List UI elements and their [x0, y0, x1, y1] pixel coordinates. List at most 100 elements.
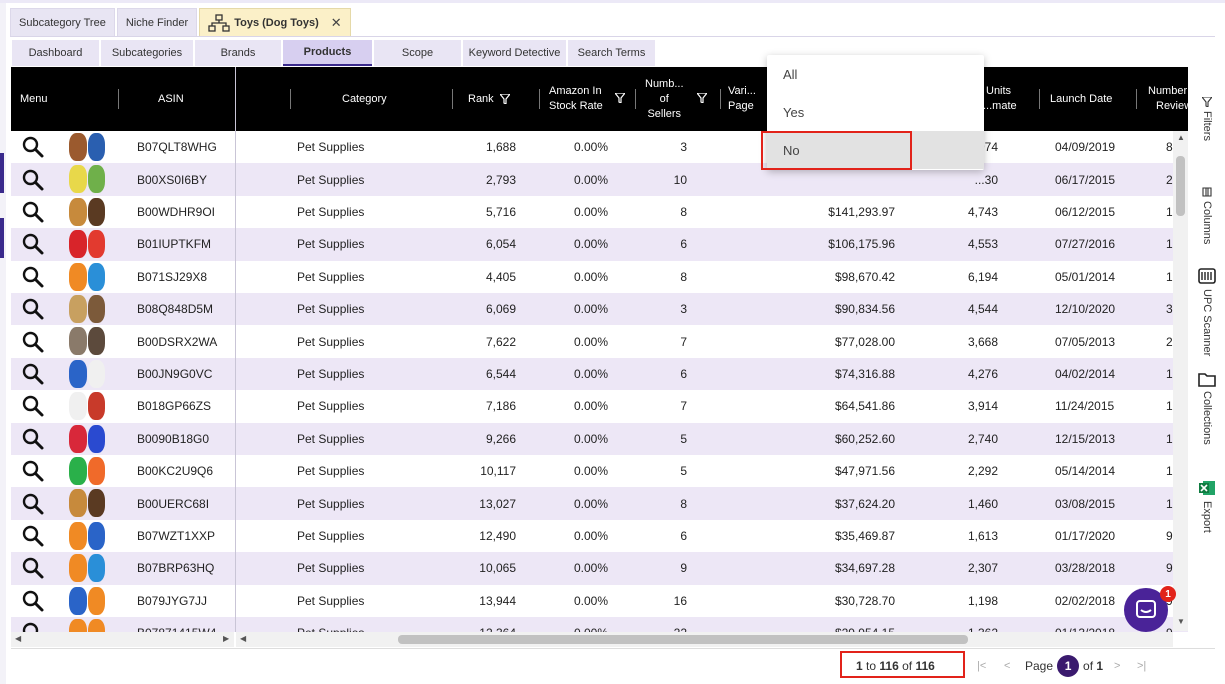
product-thumbnail[interactable]: [69, 230, 105, 259]
search-icon[interactable]: [21, 617, 45, 632]
tab-search-terms[interactable]: Search Terms: [568, 40, 655, 66]
first-page-icon[interactable]: |<: [977, 649, 986, 683]
product-thumbnail[interactable]: [69, 554, 105, 583]
asin-cell[interactable]: B00WDHR9OI: [137, 196, 215, 228]
header-category[interactable]: Category: [342, 67, 387, 131]
header-menu[interactable]: Menu: [20, 67, 48, 131]
product-thumbnail[interactable]: [69, 586, 105, 615]
tab-toys-dog-toys[interactable]: Toys (Dog Toys) ✕: [199, 8, 351, 36]
search-icon[interactable]: [21, 196, 45, 228]
asin-cell[interactable]: B0090B18G0: [137, 423, 209, 455]
search-icon[interactable]: [21, 325, 45, 357]
table-row[interactable]: B018GP66ZS Pet Supplies 7,186 0.00% 7 $64,541…: [11, 390, 1188, 423]
filter-icon[interactable]: [615, 93, 625, 103]
search-icon[interactable]: [21, 423, 45, 455]
search-icon[interactable]: [21, 358, 45, 390]
table-row[interactable]: B079JYG7JJ Pet Supplies 13,944 0.00% 16 $30,7…: [11, 584, 1188, 617]
upc-scanner-button[interactable]: UPC Scanner: [1192, 267, 1222, 356]
tab-dashboard[interactable]: Dashboard: [12, 40, 99, 66]
tab-products[interactable]: Products: [283, 40, 372, 66]
table-row[interactable]: B07871415W4 Pet Supplies 12,364 0.00% 22 $29,…: [11, 617, 1188, 632]
header-launch-date[interactable]: Launch Date: [1050, 67, 1112, 131]
filter-icon[interactable]: [697, 93, 707, 103]
asin-cell[interactable]: B00XS0I6BY: [137, 163, 207, 195]
product-thumbnail[interactable]: [69, 359, 105, 388]
product-thumbnail[interactable]: [69, 521, 105, 550]
asin-cell[interactable]: B079JYG7JJ: [137, 585, 207, 617]
tab-subcategories[interactable]: Subcategories: [101, 40, 193, 66]
columns-button[interactable]: Columns: [1192, 187, 1222, 244]
asin-cell[interactable]: B00KC2U9Q6: [137, 455, 213, 487]
search-icon[interactable]: [21, 390, 45, 422]
last-page-icon[interactable]: >|: [1137, 649, 1146, 683]
chat-launcher-button[interactable]: 1: [1124, 586, 1176, 632]
dropdown-option-yes[interactable]: Yes: [767, 93, 984, 131]
search-icon[interactable]: [21, 552, 45, 584]
asin-cell[interactable]: B07BRP63HQ: [137, 552, 214, 584]
table-row[interactable]: B01IUPTKFM Pet Supplies 6,054 0.00% 6 $106,17…: [11, 228, 1188, 261]
scroll-left-icon[interactable]: ◀: [15, 634, 21, 643]
product-thumbnail[interactable]: [69, 619, 105, 632]
horizontal-scroll-thumb[interactable]: [398, 635, 968, 644]
table-row[interactable]: B07WZT1XXP Pet Supplies 12,490 0.00% 6 $35,46…: [11, 519, 1188, 553]
header-amazon-in-stock-rate[interactable]: Amazon In Stock Rate: [549, 67, 603, 131]
asin-cell[interactable]: B08Q848D5M: [137, 293, 213, 325]
product-thumbnail[interactable]: [69, 295, 105, 323]
product-thumbnail[interactable]: [69, 133, 105, 161]
asin-cell[interactable]: B071SJ29X8: [137, 261, 207, 293]
asin-cell[interactable]: B00JN9G0VC: [137, 358, 212, 390]
table-row[interactable]: B00KC2U9Q6 Pet Supplies 10,117 0.00% 5 $47,97…: [11, 455, 1188, 488]
search-icon[interactable]: [21, 293, 45, 325]
search-icon[interactable]: [21, 163, 45, 195]
product-thumbnail[interactable]: [69, 197, 105, 226]
search-icon[interactable]: [21, 487, 45, 519]
tab-scope[interactable]: Scope: [374, 40, 461, 66]
table-row[interactable]: B07QLT8WHGPet Supplies1,6880.00%3...9740…: [11, 131, 1188, 164]
tab-subcategory-tree[interactable]: Subcategory Tree: [10, 8, 115, 36]
search-icon[interactable]: [21, 228, 45, 260]
scroll-left-icon[interactable]: ◀: [240, 634, 246, 643]
product-thumbnail[interactable]: [69, 424, 105, 453]
header-units-estimate[interactable]: Units ...mate: [983, 67, 1017, 131]
asin-cell[interactable]: B00DSRX2WA: [137, 325, 217, 357]
product-thumbnail[interactable]: [69, 457, 105, 485]
asin-cell[interactable]: B00UERC68I: [137, 487, 209, 519]
vertical-scroll-thumb[interactable]: [1176, 156, 1185, 216]
collections-button[interactable]: Collections: [1192, 371, 1222, 445]
product-thumbnail[interactable]: [69, 327, 105, 356]
scroll-down-icon[interactable]: ▼: [1177, 617, 1185, 626]
table-row[interactable]: B00DSRX2WA Pet Supplies 7,622 0.00% 7 $77,028…: [11, 325, 1188, 358]
table-row[interactable]: B00UERC68I Pet Supplies 13,027 0.00% 8 $37,62…: [11, 487, 1188, 520]
asin-cell[interactable]: B07QLT8WHG: [137, 131, 217, 163]
table-row[interactable]: B00JN9G0VC Pet Supplies 6,544 0.00% 6 $74,316…: [11, 357, 1188, 391]
product-thumbnail[interactable]: [69, 165, 105, 194]
table-row[interactable]: B0090B18G0 Pet Supplies 9,266 0.00% 5 $60,252…: [11, 422, 1188, 455]
product-thumbnail[interactable]: [69, 392, 105, 421]
filters-button[interactable]: Filters: [1192, 97, 1222, 141]
search-icon[interactable]: [21, 261, 45, 293]
product-thumbnail[interactable]: [69, 262, 105, 291]
search-icon[interactable]: [21, 131, 45, 163]
tab-niche-finder[interactable]: Niche Finder: [116, 8, 198, 36]
search-icon[interactable]: [21, 520, 45, 552]
header-number-of-reviews[interactable]: Number Reviews: [1148, 67, 1188, 131]
header-asin[interactable]: ASIN: [158, 67, 184, 131]
scroll-right-icon[interactable]: ▶: [223, 634, 229, 643]
asin-cell[interactable]: B018GP66ZS: [137, 390, 211, 422]
export-button[interactable]: Export: [1192, 479, 1222, 533]
dropdown-option-all[interactable]: All: [767, 55, 984, 93]
horizontal-scrollbar[interactable]: ◀: [236, 632, 1173, 647]
asin-cell[interactable]: B07WZT1XXP: [137, 520, 215, 552]
frozen-horizontal-scrollbar[interactable]: ◀ ▶: [11, 632, 234, 647]
current-page[interactable]: 1: [1057, 655, 1080, 677]
header-variation-page[interactable]: Vari... Page: [728, 67, 756, 131]
tab-brands[interactable]: Brands: [195, 40, 281, 66]
asin-cell[interactable]: B01IUPTKFM: [137, 228, 211, 260]
table-row[interactable]: B00WDHR9OI Pet Supplies 5,716 0.00% 8 $141,29…: [11, 195, 1188, 229]
scroll-up-icon[interactable]: ▲: [1177, 133, 1185, 142]
table-row[interactable]: B00XS0I6BY Pet Supplies 2,793 0.00% 10 ...30 0…: [11, 163, 1188, 196]
close-icon[interactable]: ✕: [331, 15, 342, 31]
search-icon[interactable]: [21, 455, 45, 487]
header-number-of-sellers[interactable]: Numb... of Sellers: [645, 67, 684, 131]
header-rank[interactable]: Rank: [468, 67, 510, 131]
